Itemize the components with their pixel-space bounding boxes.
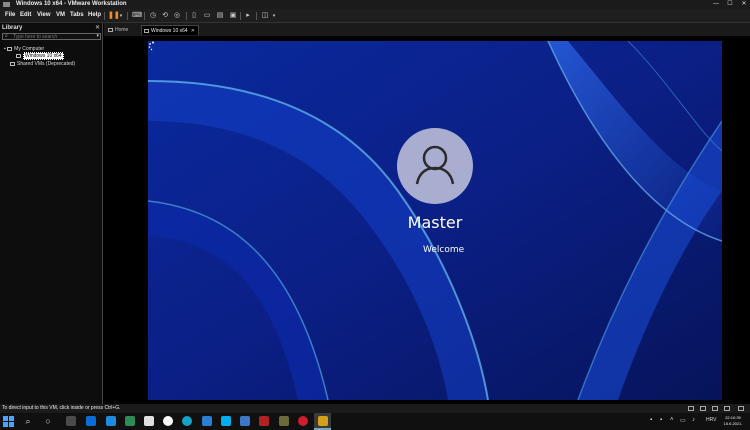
vm-tab-icon [144, 29, 149, 33]
close-button[interactable]: ✕ [738, 0, 750, 9]
usb-icon[interactable] [724, 406, 730, 411]
tree-item-label: Windows 10 x64 [23, 52, 64, 60]
dropdown-icon[interactable]: ▾ [117, 12, 125, 20]
shared-vms-icon [10, 61, 15, 66]
user-name: Master [407, 213, 463, 232]
search-icon: ⌕ [5, 33, 8, 39]
menu-help[interactable]: Help [88, 12, 101, 18]
dropdown-icon[interactable]: ▾ [270, 12, 278, 20]
vm-workspace: Home Windows 10 x64 ✕ Master Welcome [104, 23, 750, 404]
tab-home[interactable]: Home [106, 25, 138, 35]
computer-icon [7, 46, 13, 51]
explorer-icon[interactable] [144, 416, 154, 426]
console-icon[interactable]: ▸ [244, 12, 252, 20]
outlook-icon[interactable] [202, 416, 212, 426]
tree-item-label: Shared VMs (Deprecated) [17, 61, 76, 67]
search-dropdown-icon[interactable]: ▾ [96, 33, 99, 39]
library-panel: Library ✕ ⌕ ▾ ▪ My Computer Windows 10 x… [0, 23, 103, 404]
language-indicator[interactable]: HRV [706, 417, 716, 423]
toolbar-separator [127, 12, 128, 20]
toolbar-separator [256, 12, 257, 20]
home-icon [108, 28, 113, 32]
tree-item-shared-vms[interactable]: Shared VMs (Deprecated) [10, 61, 75, 67]
collapse-icon[interactable]: ▪ [4, 46, 6, 52]
menu-tabs[interactable]: Tabs [70, 12, 84, 18]
task-manager-icon[interactable] [66, 416, 76, 426]
maximize-button[interactable]: ☐ [724, 0, 736, 9]
menu-edit[interactable]: Edit [20, 12, 31, 18]
tray-chevron-icon[interactable]: ˄ [670, 417, 674, 423]
vmware-workstation-task[interactable] [314, 413, 331, 430]
sound-icon[interactable] [712, 406, 718, 411]
search-icon[interactable]: ⌕ [23, 416, 33, 426]
title-bar: Windows 10 x64 - VMware Workstation — ☐ … [0, 0, 750, 9]
tray-app-icon[interactable]: ▪ [650, 417, 652, 423]
remote-desktop-icon[interactable] [240, 416, 250, 426]
thumbnail-icon[interactable]: ▭ [203, 12, 211, 20]
tabs-icon[interactable]: ▤ [216, 12, 224, 20]
window-title: Windows 10 x64 - VMware Workstation [16, 1, 127, 7]
snapshot-manager-icon[interactable]: ◎ [173, 12, 181, 20]
start-button[interactable] [3, 416, 14, 427]
edge-icon[interactable] [182, 416, 192, 426]
device-icon[interactable] [688, 406, 694, 411]
skype-icon[interactable] [221, 416, 231, 426]
menu-toolbar: File Edit View VM Tabs Help ❚❚ ▾ ⌨ ◷ ⟲ ◎… [0, 9, 750, 23]
toolbar-separator [144, 12, 145, 20]
user-icon [415, 145, 455, 185]
opera-icon[interactable] [298, 416, 308, 426]
vmware-workstation-icon [318, 416, 328, 426]
hyper-v-icon[interactable] [279, 416, 289, 426]
library-toggle-icon[interactable]: ▯ [190, 12, 198, 20]
tab-bar: Home Windows 10 x64 ✕ [104, 23, 750, 36]
volume-tray-icon[interactable]: ♪ [692, 417, 695, 423]
unity-icon[interactable]: ◫ [261, 12, 269, 20]
pause-icon[interactable]: ❚❚ [108, 12, 120, 20]
send-ctrl-alt-del-icon[interactable]: ⌨ [132, 12, 142, 20]
user-avatar[interactable] [397, 128, 473, 204]
clock-date: 15.6.2021. [723, 421, 743, 426]
library-search-input[interactable] [13, 34, 93, 39]
store-icon[interactable] [86, 416, 96, 426]
tab-windows-10-x64[interactable]: Windows 10 x64 ✕ [141, 25, 199, 35]
toolbar-separator [104, 12, 105, 20]
library-close-icon[interactable]: ✕ [95, 24, 100, 31]
tab-close-icon[interactable]: ✕ [191, 26, 195, 36]
clock[interactable]: 22:10:39 15.6.2021. [720, 415, 746, 427]
library-search: ⌕ ▾ [2, 33, 101, 40]
fullscreen-view-icon[interactable]: ▣ [229, 12, 237, 20]
library-title: Library [2, 25, 23, 31]
taskbar: ⌕ ○ ▪ ▪ ˄ ▭ ♪ HRV 22:10:39 15.6.2021. [0, 413, 750, 430]
network-icon[interactable] [700, 406, 706, 411]
message-log-icon[interactable] [738, 406, 744, 411]
tray-app-icon[interactable]: ▪ [660, 417, 662, 423]
tree-item-windows-10-x64[interactable]: Windows 10 x64 [16, 52, 64, 60]
tab-label: Home [115, 27, 129, 33]
network-tray-icon[interactable]: ▭ [680, 417, 686, 424]
minimize-button[interactable]: — [710, 0, 722, 9]
vmware-app-icon [3, 2, 10, 7]
vm-display[interactable]: Master Welcome [148, 41, 722, 400]
tab-label: Windows 10 x64 [151, 28, 188, 34]
welcome-status: Welcome [423, 245, 465, 255]
chrome-icon[interactable] [163, 416, 173, 426]
menu-vm[interactable]: VM [56, 12, 65, 18]
status-message: To direct input to this VM, click inside… [2, 405, 121, 411]
revert-snapshot-icon[interactable]: ⟲ [161, 12, 169, 20]
status-bar: To direct input to this VM, click inside… [0, 404, 750, 413]
mail-icon[interactable] [106, 416, 116, 426]
toolbar-separator [186, 12, 187, 20]
loading-spinner-icon [148, 41, 154, 51]
snapshot-icon[interactable]: ◷ [149, 12, 157, 20]
menu-file[interactable]: File [5, 12, 15, 18]
toolbar-separator [240, 12, 241, 20]
menu-view[interactable]: View [37, 12, 51, 18]
vm-icon [16, 53, 21, 58]
task-view-icon[interactable]: ○ [43, 416, 53, 426]
filezilla-icon[interactable] [259, 416, 269, 426]
vmware-icon[interactable] [125, 416, 135, 426]
